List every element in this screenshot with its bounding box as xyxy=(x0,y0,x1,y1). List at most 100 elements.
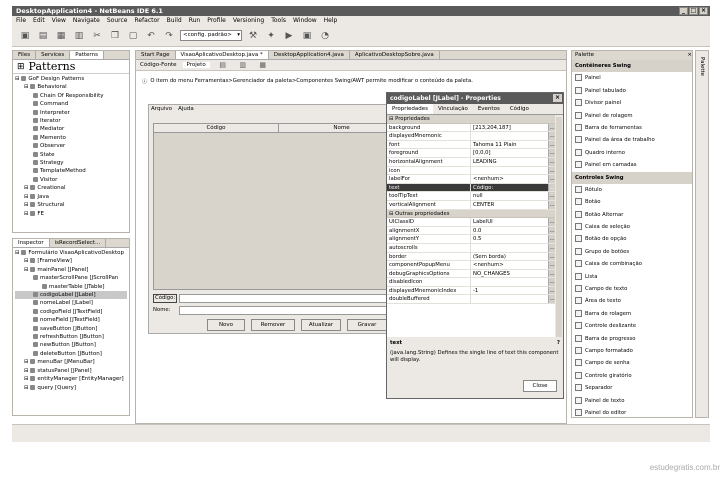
tree-node[interactable]: ⊟ Structural xyxy=(15,201,127,209)
undo-icon[interactable]: ↶ xyxy=(144,29,158,43)
tree-node[interactable]: Observer xyxy=(15,142,127,150)
master-table[interactable]: Código Nome xyxy=(153,123,405,290)
novo-button[interactable]: Novo xyxy=(207,319,245,331)
close-window-button[interactable]: × xyxy=(699,7,708,15)
property-value[interactable]: null xyxy=(471,192,548,200)
copy-icon[interactable]: ❐ xyxy=(108,29,122,43)
tab-patterns[interactable]: Patterns xyxy=(70,51,104,59)
property-editor-button[interactable]: … xyxy=(548,200,555,209)
property-row-background[interactable]: background [213,204,187]… xyxy=(387,123,555,133)
palette-item-painel-de-rolagem[interactable]: Painel de rolagem xyxy=(572,110,692,122)
palette-item-bot-o-de-op-o[interactable]: Botão de opção xyxy=(572,233,692,245)
property-editor-button[interactable]: … xyxy=(548,235,555,243)
palette-item-r-tulo[interactable]: Rótulo xyxy=(572,184,692,196)
minimize-button[interactable]: _ xyxy=(679,7,688,15)
property-row-font[interactable]: font Tahoma 11 Plain… xyxy=(387,140,555,150)
section-outras[interactable]: ⊟ Outras propriedades xyxy=(387,209,555,219)
menu-source[interactable]: Source xyxy=(107,16,128,25)
palette-item-painel-da-rea-de-trabalho[interactable]: Painel da área de trabalho xyxy=(572,134,692,146)
property-editor-button[interactable]: … xyxy=(548,295,555,304)
palette-item-bot-o[interactable]: Botão xyxy=(572,196,692,208)
tree-node[interactable]: newButton [JButton] xyxy=(15,341,127,349)
property-value[interactable]: CENTER xyxy=(471,201,548,209)
tree-node[interactable]: ⊟ Formulário VisaoAplicativoDesktop xyxy=(15,249,127,257)
editor-tab-0[interactable]: Start Page xyxy=(136,51,176,59)
column-codigo[interactable]: Código xyxy=(154,124,279,132)
property-row-alignmenty[interactable]: alignmentY 0.5… xyxy=(387,235,555,244)
section-propriedades[interactable]: ⊟ Propriedades xyxy=(387,115,555,124)
tab-propriedades[interactable]: Propriedades xyxy=(387,104,433,114)
property-editor-button[interactable]: … xyxy=(548,226,555,235)
tree-node[interactable]: Interpreter xyxy=(15,109,127,117)
property-editor-button[interactable]: … xyxy=(548,140,555,149)
build-icon[interactable]: ⚒ xyxy=(246,29,260,43)
tree-node[interactable]: State xyxy=(15,151,127,159)
menu-help[interactable]: Help xyxy=(324,16,338,25)
property-value[interactable]: Código: xyxy=(471,184,548,192)
palette-item-caixa-de-sele-o[interactable]: Caixa de seleção xyxy=(572,221,692,233)
property-editor-button[interactable]: … xyxy=(548,175,555,183)
debug-icon[interactable]: ▣ xyxy=(300,29,314,43)
palette-item-campo-de-senha[interactable]: Campo de senha xyxy=(572,357,692,369)
tree-node[interactable]: ⊟ FE xyxy=(15,210,127,218)
tree-node[interactable]: Chain Of Responsibility xyxy=(15,92,127,100)
menu-build[interactable]: Build xyxy=(167,16,182,25)
property-value[interactable]: 0.5 xyxy=(471,235,548,243)
tree-node[interactable]: nomeLabel [JLabel] xyxy=(15,299,127,307)
menu-file[interactable]: File xyxy=(16,16,26,25)
property-row-uiclassid[interactable]: UIClassID LabelUI… xyxy=(387,218,555,227)
property-value[interactable]: -1 xyxy=(471,287,548,295)
maximize-button[interactable]: □ xyxy=(689,7,698,15)
run-icon[interactable]: ▶ xyxy=(282,29,296,43)
paste-icon[interactable]: ▢ xyxy=(126,29,140,43)
palette-item-painel-em-camadas[interactable]: Painel em camadas xyxy=(572,159,692,171)
codigo-label[interactable]: Código: xyxy=(153,294,177,303)
property-row-displayedmnemonic[interactable]: displayedMnemonic… xyxy=(387,132,555,141)
tree-node[interactable]: ⊟ Behavioral xyxy=(15,83,127,91)
gravar-button[interactable]: Gravar xyxy=(347,319,387,331)
tree-node[interactable]: ⊟ query [Query] xyxy=(15,384,127,392)
close-button[interactable]: Close xyxy=(523,380,557,392)
property-row-tooltiptext[interactable]: toolTipText null… xyxy=(387,192,555,201)
property-value[interactable]: (Sem borda) xyxy=(471,253,548,261)
form-menu-arquivo[interactable]: Arquivo xyxy=(151,105,172,114)
menu-tools[interactable]: Tools xyxy=(271,16,286,25)
connection-mode-icon[interactable]: ▥ xyxy=(236,58,250,72)
tree-node[interactable]: ⊟ Creational xyxy=(15,184,127,192)
tab-files[interactable]: Files xyxy=(13,51,37,59)
palette-item-quadro-interno[interactable]: Quadro interno xyxy=(572,147,692,159)
palette-item-painel-tabulado[interactable]: Painel tabulado xyxy=(572,85,692,97)
tree-node[interactable]: deleteButton [JButton] xyxy=(15,350,127,358)
property-editor-button[interactable]: … xyxy=(548,218,555,226)
property-row-icon[interactable]: icon… xyxy=(387,166,555,176)
palette-item-grupo-de-bot-es[interactable]: Grupo de botões xyxy=(572,246,692,258)
tree-node[interactable]: TemplateMethod xyxy=(15,167,127,175)
open-project-icon[interactable]: ▦ xyxy=(54,29,68,43)
property-editor-button[interactable]: … xyxy=(548,157,555,166)
property-scrollbar[interactable] xyxy=(556,117,562,337)
palette-item-caixa-de-combina-o[interactable]: Caixa de combinação xyxy=(572,258,692,270)
palette-side-tab[interactable]: Palette xyxy=(699,57,705,76)
menu-versioning[interactable]: Versioning xyxy=(233,16,264,25)
tree-node[interactable]: nomeField [JTextField] xyxy=(15,316,127,324)
palette-item-barra-de-progresso[interactable]: Barra de progresso xyxy=(572,333,692,345)
property-editor-button[interactable]: … xyxy=(548,286,555,295)
tree-node[interactable]: ⊟ entityManager [EntityManager] xyxy=(15,375,127,383)
menu-refactor[interactable]: Refactor xyxy=(134,16,159,25)
palette-item-separador[interactable]: Separador xyxy=(572,382,692,394)
nome-field[interactable] xyxy=(179,306,405,315)
property-row-autoscrolls[interactable]: autoscrolls… xyxy=(387,243,555,253)
property-editor-button[interactable]: … xyxy=(548,269,555,278)
new-file-icon[interactable]: ▤ xyxy=(36,29,50,43)
property-row-doublebuffered[interactable]: doubleBuffered… xyxy=(387,295,555,305)
menu-edit[interactable]: Edit xyxy=(33,16,45,25)
tree-node[interactable]: refreshButton [JButton] xyxy=(15,333,127,341)
palette-item-painel[interactable]: Painel xyxy=(572,72,692,84)
redo-icon[interactable]: ↷ xyxy=(162,29,176,43)
tree-node[interactable]: ⊟ Java xyxy=(15,193,127,201)
palette-item-rea-de-texto[interactable]: Área de texto xyxy=(572,295,692,307)
palette-item-bot-o-alternar[interactable]: Botão Alternar xyxy=(572,209,692,221)
property-value[interactable]: 0.0 xyxy=(471,227,548,235)
palette-item-controle-girat-rio[interactable]: Controle giratório xyxy=(572,370,692,382)
property-row-verticalalignment[interactable]: verticalAlignment CENTER… xyxy=(387,200,555,210)
